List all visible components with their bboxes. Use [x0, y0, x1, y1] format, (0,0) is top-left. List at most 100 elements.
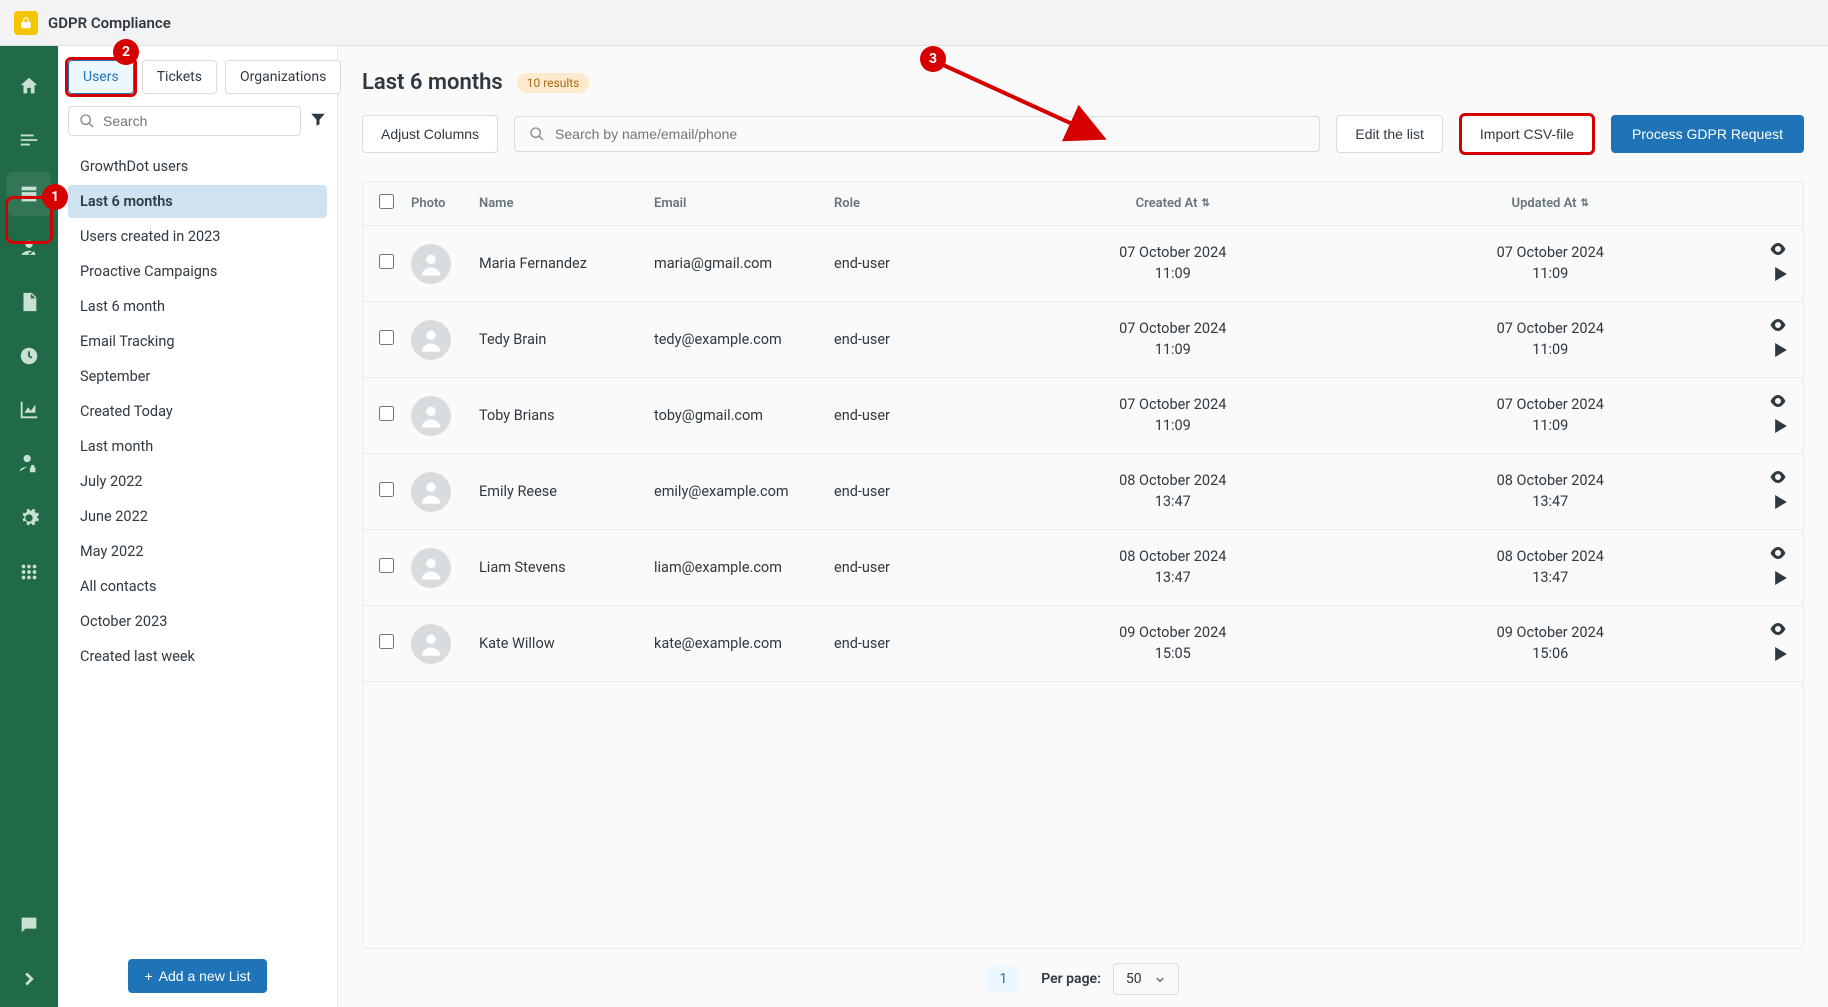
annotation-badge-1: 1	[42, 184, 68, 210]
page-title: Last 6 months	[362, 70, 503, 95]
tab-users[interactable]: Users 2	[68, 60, 134, 94]
row-checkbox[interactable]	[379, 482, 394, 497]
row-checkbox[interactable]	[379, 634, 394, 649]
rail-user-lock-icon[interactable]	[7, 442, 51, 486]
avatar	[411, 472, 451, 512]
saved-lists: GrowthDot usersLast 6 monthsUsers create…	[68, 150, 327, 949]
play-icon[interactable]	[1775, 419, 1787, 437]
tab-organizations[interactable]: Organizations	[225, 60, 341, 94]
cell-name: Emily Reese	[479, 483, 654, 500]
row-checkbox[interactable]	[379, 558, 394, 573]
tab-tickets[interactable]: Tickets	[142, 60, 217, 94]
app-title: GDPR Compliance	[48, 14, 171, 32]
list-item[interactable]: Created last week	[68, 640, 327, 673]
play-icon[interactable]	[1775, 647, 1787, 665]
adjust-columns-button[interactable]: Adjust Columns	[362, 115, 498, 153]
page-number[interactable]: 1	[987, 965, 1019, 993]
list-item[interactable]: Created Today	[68, 395, 327, 428]
cell-email: emily@example.com	[654, 483, 834, 500]
view-icon[interactable]	[1769, 394, 1787, 411]
row-checkbox[interactable]	[379, 330, 394, 345]
view-icon[interactable]	[1769, 242, 1787, 259]
rail-chat-icon[interactable]	[7, 903, 51, 947]
header-photo: Photo	[411, 196, 479, 211]
avatar	[411, 244, 451, 284]
cell-updated: 08 October 202413:47	[1497, 547, 1604, 588]
app-logo-icon	[14, 11, 38, 35]
table-row: Maria Fernandezmaria@gmail.comend-user07…	[363, 226, 1803, 302]
list-item[interactable]: July 2022	[68, 465, 327, 498]
cell-email: toby@gmail.com	[654, 407, 834, 424]
cell-role: end-user	[834, 331, 984, 348]
view-icon[interactable]	[1769, 470, 1787, 487]
import-csv-button[interactable]: Import CSV-file	[1459, 113, 1595, 155]
users-table: Photo Name Email Role Created At⇅ Update…	[362, 181, 1804, 949]
table-row: Toby Brianstoby@gmail.comend-user 07 Octo…	[363, 378, 1803, 454]
cell-name: Tedy Brain	[479, 331, 654, 348]
list-item[interactable]: September	[68, 360, 327, 393]
content-area: Last 6 months 10 results Adjust Columns …	[338, 46, 1828, 1007]
main-search-input[interactable]	[514, 116, 1320, 152]
header-name: Name	[479, 196, 654, 211]
process-gdpr-button[interactable]: Process GDPR Request	[1611, 115, 1804, 153]
row-checkbox[interactable]	[379, 406, 394, 421]
rail-clock-icon[interactable]	[7, 334, 51, 378]
rail-lines-icon[interactable]	[7, 118, 51, 162]
list-item[interactable]: Proactive Campaigns	[68, 255, 327, 288]
view-icon[interactable]	[1769, 318, 1787, 335]
rail-chart-icon[interactable]	[7, 388, 51, 432]
list-item[interactable]: Last month	[68, 430, 327, 463]
cell-name: Kate Willow	[479, 635, 654, 652]
list-item[interactable]: All contacts	[68, 570, 327, 603]
list-item[interactable]: May 2022	[68, 535, 327, 568]
view-icon[interactable]	[1769, 546, 1787, 563]
play-icon[interactable]	[1775, 267, 1787, 285]
play-icon[interactable]	[1775, 343, 1787, 361]
nav-rail: 1	[0, 46, 58, 1007]
cell-name: Toby Brians	[479, 407, 654, 424]
select-all-checkbox[interactable]	[379, 194, 394, 209]
per-page-select[interactable]: 50	[1113, 963, 1179, 995]
plus-icon: +	[144, 968, 152, 984]
annotation-badge-2: 2	[113, 39, 139, 65]
table-row: Liam Stevensliam@example.comend-user08 O…	[363, 530, 1803, 606]
cell-created: 07 October 202411:09	[1119, 395, 1226, 436]
rail-home-icon[interactable]	[7, 64, 51, 108]
list-item[interactable]: Email Tracking	[68, 325, 327, 358]
add-list-label: Add a new List	[159, 968, 251, 984]
list-item[interactable]: GrowthDot users	[68, 150, 327, 183]
rail-gear-icon[interactable]	[7, 496, 51, 540]
rail-person-check-icon[interactable]	[7, 226, 51, 270]
list-item[interactable]: Users created in 2023	[68, 220, 327, 253]
list-item[interactable]: Last 6 months	[68, 185, 327, 218]
add-list-button[interactable]: + Add a new List	[128, 959, 266, 993]
cell-role: end-user	[834, 407, 984, 424]
list-item[interactable]: Last 6 month	[68, 290, 327, 323]
header-created[interactable]: Created At⇅	[984, 196, 1362, 211]
main-search-field[interactable]	[555, 126, 1305, 142]
rail-apps-icon[interactable]	[7, 550, 51, 594]
edit-list-button[interactable]: Edit the list	[1336, 115, 1442, 153]
filter-icon[interactable]	[309, 110, 327, 132]
tab-label: Users	[83, 69, 119, 85]
sidebar-search-input[interactable]	[68, 106, 301, 136]
cell-updated: 07 October 202411:09	[1497, 319, 1604, 360]
play-icon[interactable]	[1775, 495, 1787, 513]
cell-created: 07 October 202411:09	[1119, 319, 1226, 360]
rail-document-icon[interactable]	[7, 280, 51, 324]
sidebar-search-field[interactable]	[103, 113, 290, 129]
cell-created: 08 October 202413:47	[1119, 547, 1226, 588]
sidebar: Users 2 Tickets Organizations GrowthDot …	[58, 46, 338, 1007]
view-icon[interactable]	[1769, 622, 1787, 639]
list-item[interactable]: June 2022	[68, 500, 327, 533]
list-item[interactable]: October 2023	[68, 605, 327, 638]
avatar	[411, 548, 451, 588]
cell-name: Liam Stevens	[479, 559, 654, 576]
header-email: Email	[654, 196, 834, 211]
play-icon[interactable]	[1775, 571, 1787, 589]
header-role: Role	[834, 196, 984, 211]
rail-chevron-right-icon[interactable]	[7, 957, 51, 1001]
header-updated[interactable]: Updated At⇅	[1362, 196, 1740, 211]
row-checkbox[interactable]	[379, 254, 394, 269]
cell-email: liam@example.com	[654, 559, 834, 576]
